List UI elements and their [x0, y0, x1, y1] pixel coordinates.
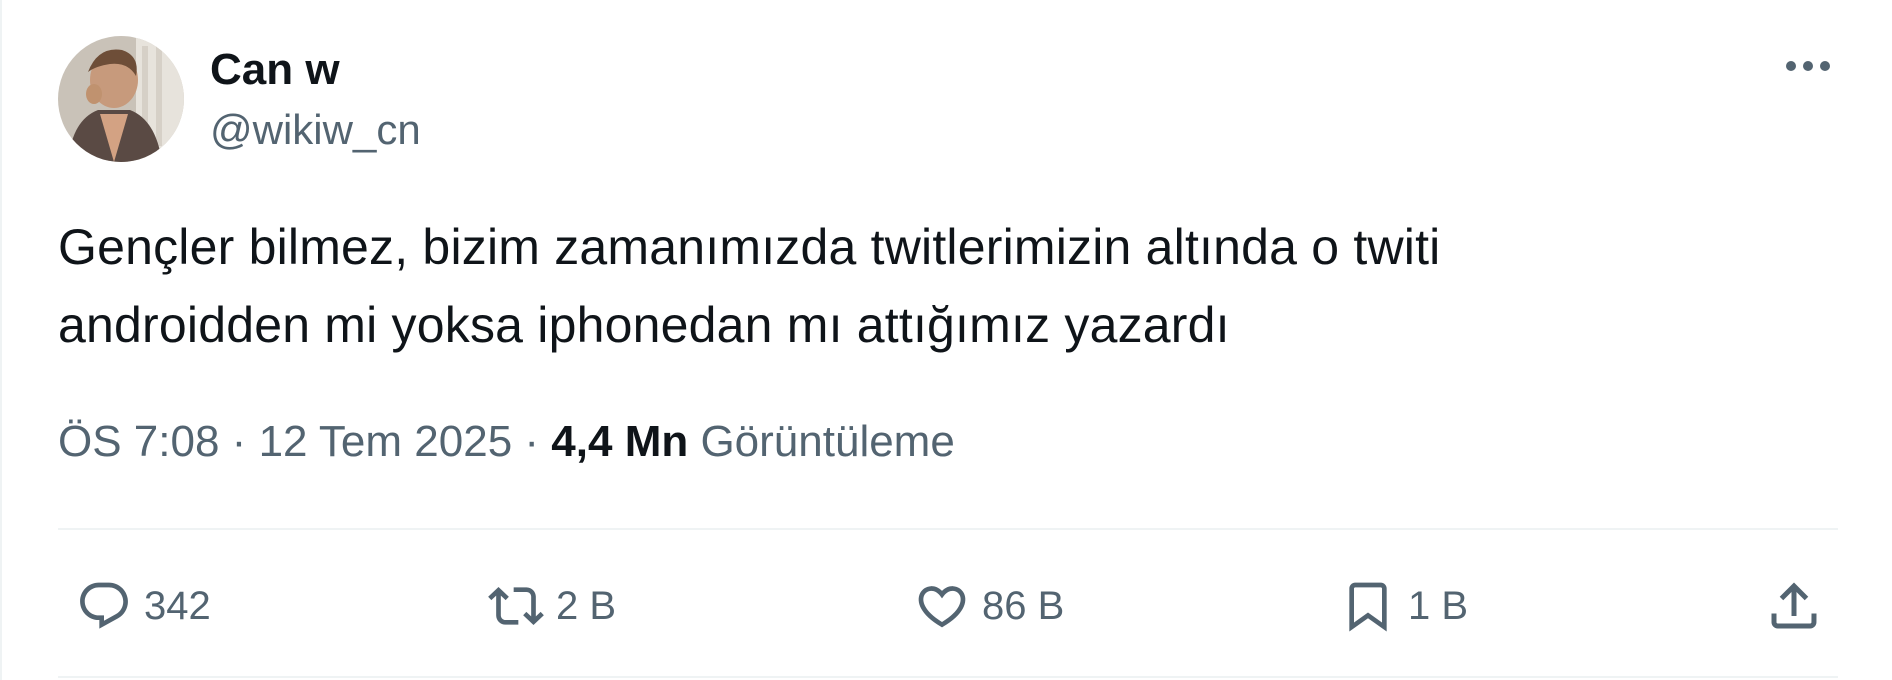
- views-count: 4,4 Mn: [551, 417, 689, 466]
- like-button[interactable]: 86 B: [914, 570, 1064, 642]
- retweet-button[interactable]: 2 B: [488, 570, 616, 642]
- more-options-button[interactable]: [1782, 46, 1834, 86]
- views-label: Görüntüleme: [700, 417, 955, 466]
- retweet-count: 2 B: [556, 584, 617, 628]
- display-name[interactable]: Can w: [210, 44, 340, 96]
- share-icon: [1771, 582, 1817, 629]
- tweet-date[interactable]: 12 Tem 2025: [259, 417, 513, 466]
- bottom-divider: [58, 676, 1838, 678]
- avatar[interactable]: [58, 36, 184, 162]
- heart-icon: [918, 586, 966, 628]
- reply-button[interactable]: 342: [76, 570, 211, 642]
- profile-photo-icon: [58, 36, 184, 162]
- bookmark-count: 1 B: [1408, 584, 1469, 628]
- meta-separator: ·: [231, 417, 247, 466]
- share-button[interactable]: [1764, 570, 1824, 642]
- tweet-text: Gençler bilmez, bizim zamanımızda twitle…: [58, 219, 1441, 353]
- action-bar: 342 2 B 86 B 1 B: [58, 570, 1838, 642]
- bookmark-button[interactable]: 1 B: [1340, 570, 1468, 642]
- tweet-time[interactable]: ÖS 7:08: [58, 417, 219, 466]
- more-dots-icon: [1786, 61, 1830, 71]
- like-count: 86 B: [982, 584, 1065, 628]
- meta-separator: ·: [524, 417, 540, 466]
- divider: [58, 528, 1838, 530]
- user-handle[interactable]: @wikiw_cn: [210, 104, 421, 156]
- tweet-card: Can w @wikiw_cn Gençler bilmez, bizim za…: [0, 0, 1892, 680]
- retweet-icon: [488, 587, 544, 625]
- reply-icon: [80, 582, 128, 629]
- bookmark-icon: [1349, 582, 1387, 632]
- tweet-metadata: ÖS 7:08 · 12 Tem 2025 · 4,4 Mn Görüntüle…: [58, 414, 955, 470]
- reply-count: 342: [144, 584, 211, 628]
